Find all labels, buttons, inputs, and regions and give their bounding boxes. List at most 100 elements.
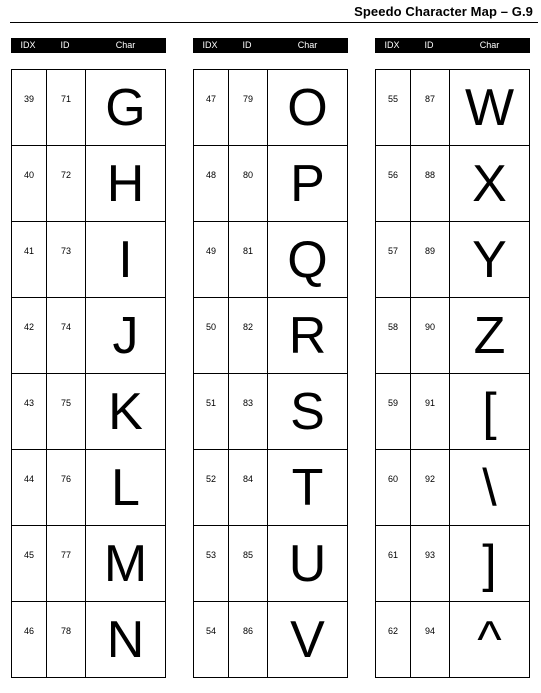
table-row: 40 72 H [12, 146, 165, 222]
char-glyph: K [108, 382, 143, 441]
idx-cell: 61 [376, 526, 411, 601]
id-cell: 85 [229, 526, 268, 601]
char-glyph: M [103, 534, 148, 593]
idx-cell: 62 [376, 602, 411, 677]
id-cell: 94 [411, 602, 450, 677]
char-glyph: Z [473, 306, 506, 365]
char-glyph: R [288, 306, 327, 365]
header-char: Char [115, 40, 136, 50]
id-cell: 83 [229, 374, 268, 449]
idx-cell: 53 [194, 526, 229, 601]
table-row: 54 86 V [194, 602, 347, 678]
id-cell: 84 [229, 450, 268, 525]
idx-cell: 47 [194, 70, 229, 145]
header-idx: IDX [384, 40, 400, 50]
char-glyph: U [288, 534, 327, 593]
header-id: ID [424, 40, 434, 50]
table-row: 42 74 J [12, 298, 165, 374]
idx-cell: 48 [194, 146, 229, 221]
idx-cell: 42 [12, 298, 47, 373]
char-table: 47 79 O 48 80 P 49 81 Q 50 82 R 51 83 S 52 84 T 53 85 U 54 86 V [193, 69, 348, 678]
char-glyph: \ [482, 458, 497, 517]
id-cell: 79 [229, 70, 268, 145]
table-row: 59 91 [ [376, 374, 529, 450]
table-row: 39 71 G [12, 70, 165, 146]
id-cell: 73 [47, 222, 86, 297]
char-glyph: ] [482, 534, 497, 593]
id-cell: 93 [411, 526, 450, 601]
idx-cell: 60 [376, 450, 411, 525]
column-header: IDX ID Char [375, 38, 530, 53]
idx-cell: 51 [194, 374, 229, 449]
table-row: 44 76 L [12, 450, 165, 526]
table-row: 49 81 Q [194, 222, 347, 298]
idx-cell: 41 [12, 222, 47, 297]
char-glyph: I [118, 230, 133, 289]
char-column-1: IDX ID Char 39 71 G 40 72 H 41 73 I 42 74 J 43 75 K 44 7… [11, 38, 166, 678]
idx-cell: 54 [194, 602, 229, 677]
header-char: Char [297, 40, 318, 50]
idx-cell: 49 [194, 222, 229, 297]
idx-cell: 45 [12, 526, 47, 601]
table-row: 52 84 T [194, 450, 347, 526]
idx-cell: 59 [376, 374, 411, 449]
char-glyph: Y [472, 230, 507, 289]
char-glyph: G [105, 78, 146, 137]
idx-cell: 39 [12, 70, 47, 145]
id-cell: 71 [47, 70, 86, 145]
id-cell: 74 [47, 298, 86, 373]
char-column-3: IDX ID Char 55 87 W 56 88 X 57 89 Y 58 90 Z 59 91[60 9… [375, 38, 530, 678]
id-cell: 88 [411, 146, 450, 221]
table-row: 62 94 ^ [376, 602, 529, 678]
idx-cell: 40 [12, 146, 47, 221]
id-cell: 77 [47, 526, 86, 601]
page-title: Speedo Character Map – G.9 [354, 4, 533, 19]
id-cell: 91 [411, 374, 450, 449]
char-glyph: ^ [477, 610, 502, 669]
column-header: IDX ID Char [193, 38, 348, 53]
char-glyph: X [472, 154, 507, 213]
title-rule [10, 22, 538, 23]
id-cell: 92 [411, 450, 450, 525]
table-row: 57 89 Y [376, 222, 529, 298]
idx-cell: 43 [12, 374, 47, 449]
header-idx: IDX [20, 40, 36, 50]
idx-cell: 46 [12, 602, 47, 677]
id-cell: 90 [411, 298, 450, 373]
char-glyph: W [464, 78, 515, 137]
id-cell: 72 [47, 146, 86, 221]
id-cell: 82 [229, 298, 268, 373]
char-table: 55 87 W 56 88 X 57 89 Y 58 90 Z 59 91[60 92 \ 61 93] 62 94 ^ [375, 69, 530, 678]
char-glyph: S [290, 382, 325, 441]
column-header: IDX ID Char [11, 38, 166, 53]
table-row: 45 77 M [12, 526, 165, 602]
id-cell: 81 [229, 222, 268, 297]
char-column-2: IDX ID Char 47 79 O 48 80 P 49 81 Q 50 82 R 51 83 S 52 8… [193, 38, 348, 678]
id-cell: 86 [229, 602, 268, 677]
table-row: 53 85 U [194, 526, 347, 602]
char-glyph: J [112, 306, 139, 365]
char-glyph: V [290, 610, 325, 669]
table-row: 50 82 R [194, 298, 347, 374]
table-row: 46 78 N [12, 602, 165, 678]
table-row: 61 93] [376, 526, 529, 602]
id-cell: 89 [411, 222, 450, 297]
header-id: ID [242, 40, 252, 50]
header-id: ID [60, 40, 70, 50]
table-row: 56 88 X [376, 146, 529, 222]
char-table: 39 71 G 40 72 H 41 73 I 42 74 J 43 75 K 44 76 L 45 77 M 46 78 N [11, 69, 166, 678]
idx-cell: 50 [194, 298, 229, 373]
char-glyph: N [106, 610, 145, 669]
id-cell: 80 [229, 146, 268, 221]
table-row: 55 87 W [376, 70, 529, 146]
id-cell: 75 [47, 374, 86, 449]
table-row: 41 73 I [12, 222, 165, 298]
idx-cell: 44 [12, 450, 47, 525]
table-row: 60 92 \ [376, 450, 529, 526]
char-glyph: T [291, 458, 324, 517]
char-glyph: P [290, 154, 325, 213]
char-glyph: L [111, 458, 140, 517]
table-row: 58 90 Z [376, 298, 529, 374]
char-glyph: [ [482, 382, 497, 441]
table-row: 51 83 S [194, 374, 347, 450]
